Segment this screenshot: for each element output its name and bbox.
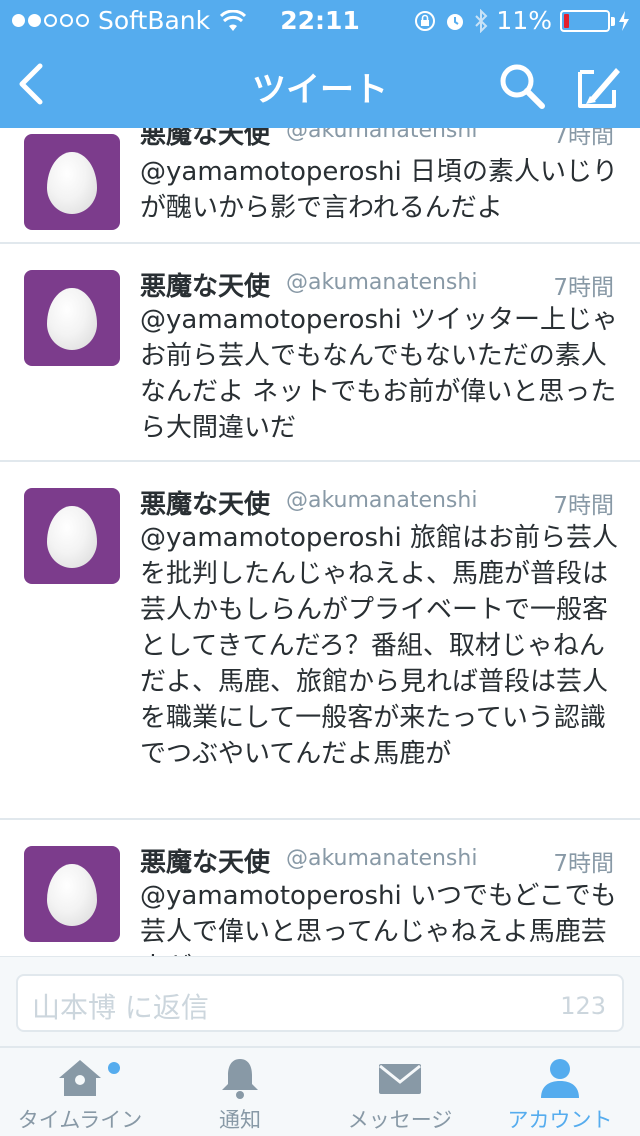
status-right: 11%	[414, 6, 630, 35]
tweet-header: 悪魔な天使 @akumanatenshi 7時間	[140, 842, 620, 880]
rotation-lock-icon	[415, 10, 436, 31]
battery-percent: 11%	[496, 6, 552, 35]
tweet-text: @yamamotoperoshi 日頃の素人いじりが醜いから影で言われるんだよ	[140, 157, 618, 223]
alarm-icon	[447, 13, 464, 30]
user-handle: @akumanatenshi	[286, 270, 478, 295]
user-handle: @akumanatenshi	[286, 488, 478, 513]
battery-cap	[611, 16, 615, 26]
tweet-row[interactable]: 悪魔な天使 @akumanatenshi 7時間 @yamamotoperosh…	[0, 462, 640, 820]
tab-label: メッセージ	[347, 1108, 453, 1132]
compose-icon[interactable]	[572, 60, 624, 112]
home-icon	[59, 1060, 101, 1096]
egg-avatar-icon	[47, 152, 97, 214]
status-bar: SoftBank 22:11 11%	[0, 0, 640, 40]
egg-avatar-icon	[47, 506, 97, 568]
tab-notifications[interactable]: 通知	[160, 1048, 320, 1136]
tab-label: 通知	[219, 1108, 261, 1132]
tweet-text: @yamamotoperoshi ツイッター上じゃお前ら芸人でもなんでもないただ…	[140, 305, 618, 443]
user-handle: @akumanatenshi	[286, 128, 478, 143]
tab-bar: タイムライン 通知 メッセージ アカウント	[0, 1046, 640, 1136]
tweet-header: 悪魔な天使 @akumanatenshi 7時間	[140, 128, 620, 152]
user-name[interactable]: 悪魔な天使	[140, 266, 270, 303]
reply-bar: 山本博 に返信 123	[0, 956, 640, 1046]
tab-label: アカウント	[507, 1108, 613, 1132]
tweet-header: 悪魔な天使 @akumanatenshi 7時間	[140, 266, 620, 304]
tab-label: タイムライン	[17, 1108, 143, 1132]
avatar[interactable]	[24, 488, 120, 584]
tweet-header: 悪魔な天使 @akumanatenshi 7時間	[140, 484, 620, 522]
tweet-time: 7時間	[553, 128, 614, 149]
egg-avatar-icon	[47, 864, 97, 926]
charging-icon	[619, 10, 629, 31]
avatar[interactable]	[24, 846, 120, 942]
envelope-icon	[379, 1064, 421, 1094]
user-name[interactable]: 悪魔な天使	[140, 484, 270, 521]
tweet-list[interactable]: 悪魔な天使 @akumanatenshi 7時間 @yamamotoperosh…	[0, 128, 640, 956]
tweet-row[interactable]: 悪魔な天使 @akumanatenshi 7時間 @yamamotoperosh…	[0, 244, 640, 462]
tab-timeline[interactable]: タイムライン	[0, 1048, 160, 1136]
tab-account[interactable]: アカウント	[480, 1048, 640, 1136]
avatar[interactable]	[24, 134, 120, 230]
avatar[interactable]	[24, 270, 120, 366]
search-icon[interactable]	[498, 62, 546, 110]
bell-icon	[222, 1059, 258, 1099]
tweet-text: @yamamotoperoshi 旅館はお前ら芸人を批判したんじゃねえよ、馬鹿が…	[140, 523, 618, 769]
tweet-row[interactable]: 悪魔な天使 @akumanatenshi 7時間 @yamamotoperosh…	[0, 128, 640, 244]
tweet-time: 7時間	[553, 275, 614, 301]
nav-bar: ツイート	[0, 40, 640, 128]
user-name[interactable]: 悪魔な天使	[140, 128, 270, 151]
user-handle: @akumanatenshi	[286, 846, 478, 871]
tweet-text: @yamamotoperoshi いつでもどこでも芸人で偉いと思ってんじゃねえよ…	[140, 881, 617, 956]
battery-icon	[560, 9, 615, 32]
bluetooth-icon	[475, 8, 488, 33]
egg-avatar-icon	[47, 288, 97, 350]
char-counter: 123	[560, 992, 606, 1020]
app-header: SoftBank 22:11 11% ツイート	[0, 0, 640, 128]
person-icon	[541, 1059, 579, 1098]
battery-fill	[564, 13, 569, 28]
tab-messages[interactable]: メッセージ	[320, 1048, 480, 1136]
tweet-row[interactable]: 悪魔な天使 @akumanatenshi 7時間 @yamamotoperosh…	[0, 820, 640, 956]
unread-dot	[108, 1062, 120, 1074]
user-name[interactable]: 悪魔な天使	[140, 842, 270, 879]
tweet-time: 7時間	[553, 851, 614, 877]
reply-input[interactable]: 山本博 に返信 123	[16, 974, 624, 1032]
reply-placeholder: 山本博 に返信	[32, 991, 209, 1024]
tweet-time: 7時間	[553, 493, 614, 519]
